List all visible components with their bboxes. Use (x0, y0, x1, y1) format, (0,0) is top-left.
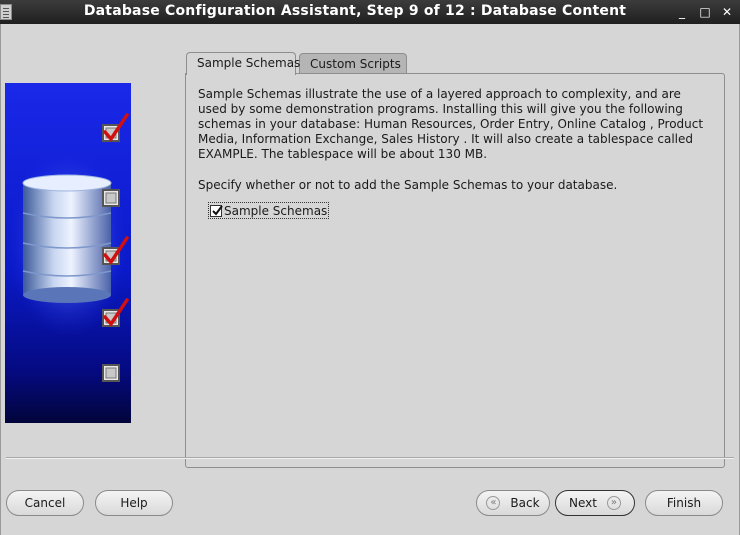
cancel-button[interactable]: Cancel (6, 490, 84, 516)
cancel-label: Cancel (24, 496, 66, 510)
checkbox-box[interactable] (210, 204, 223, 217)
title-bar: Database Configuration Assistant, Step 9… (0, 0, 740, 24)
sample-schemas-checkbox[interactable]: Sample Schemas (208, 202, 330, 219)
tab-panel: Sample Schemas illustrate the use of a l… (185, 73, 725, 468)
minimize-icon[interactable]: _ (673, 3, 691, 21)
next-label: Next (569, 496, 597, 510)
back-button[interactable]: « Back (476, 490, 550, 516)
step-unchecked-icon (102, 189, 120, 207)
window-title: Database Configuration Assistant, Step 9… (83, 3, 627, 19)
button-separator (6, 457, 734, 459)
maximize-icon[interactable]: □ (696, 3, 714, 21)
checkbox-label: Sample Schemas (224, 203, 328, 218)
close-icon[interactable]: ✕ (718, 3, 736, 21)
step-checked-icon (102, 113, 129, 142)
database-cylinder-icon (22, 174, 112, 303)
chevron-left-icon: « (486, 496, 501, 510)
back-label: Back (510, 496, 540, 510)
next-button[interactable]: Next » (555, 490, 635, 516)
chevron-right-icon: » (606, 496, 621, 510)
step-unchecked-icon (102, 364, 120, 382)
tab-custom-scripts[interactable]: Custom Scripts (299, 53, 407, 74)
help-label: Help (120, 496, 148, 510)
wizard-illustration (5, 83, 131, 423)
tab-sample-schemas[interactable]: Sample Schemas (186, 52, 300, 75)
checkmark-icon (212, 204, 223, 216)
finish-label: Finish (666, 496, 702, 510)
sample-schemas-description: Sample Schemas illustrate the use of a l… (198, 87, 704, 161)
help-button[interactable]: Help (95, 490, 173, 516)
finish-button[interactable]: Finish (645, 490, 723, 516)
sample-schemas-prompt: Specify whether or not to add the Sample… (198, 178, 618, 192)
database-illustration (8, 113, 129, 382)
